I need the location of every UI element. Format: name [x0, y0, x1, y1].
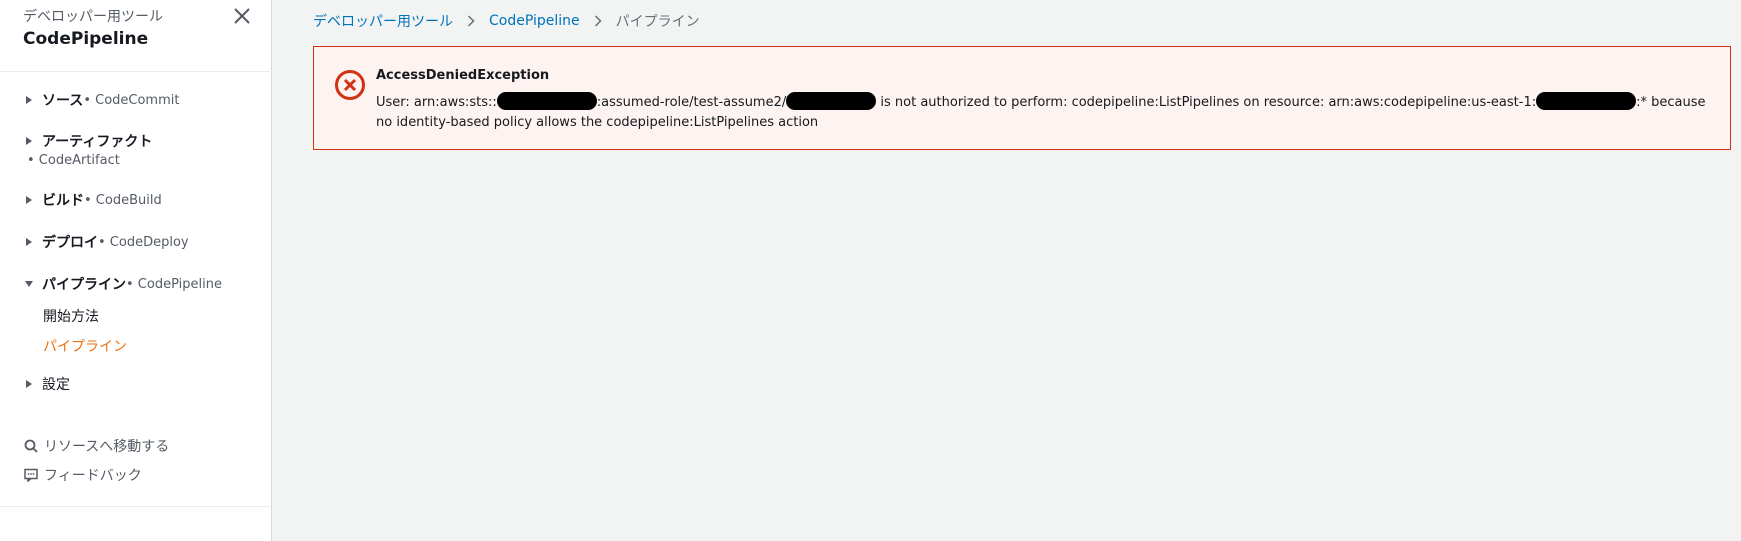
sidebar-section-source[interactable]: ソース • CodeCommit	[0, 90, 272, 110]
breadcrumb-current-page: パイプライン	[615, 14, 700, 30]
go-to-resource-label: リソースへ移動する	[44, 439, 170, 455]
caret-right-icon	[26, 96, 32, 104]
sidebar-section-service: • CodeCommit	[83, 92, 180, 108]
alert-text-part: is not authorized to perform: codepipeli…	[876, 95, 1537, 110]
sidebar-item-pipelines[interactable]: パイプライン	[43, 336, 127, 356]
sidebar-title[interactable]: CodePipeline	[23, 29, 148, 49]
alert-title: AccessDeniedException	[376, 68, 550, 83]
sidebar-section-settings[interactable]: 設定	[0, 374, 272, 394]
caret-right-icon	[26, 238, 32, 246]
sidebar-section-pipeline[interactable]: パイプライン • CodePipeline	[0, 274, 272, 294]
sidebar-section-deploy[interactable]: デプロイ • CodeDeploy	[0, 232, 272, 252]
sidebar-header: デベロッパー用ツール CodePipeline	[0, 0, 272, 72]
sidebar-section-label: アーティファクト	[42, 134, 153, 150]
alert-message: User: arn:aws:sts:::assumed-role/test-as…	[376, 92, 1716, 133]
feedback-icon	[24, 468, 38, 482]
alert-text-part: User: arn:aws:sts::	[376, 95, 497, 110]
redaction-mark	[786, 92, 877, 110]
sidebar-section-build[interactable]: ビルド • CodeBuild	[0, 190, 272, 210]
feedback-link[interactable]: フィードバック	[24, 465, 142, 485]
search-icon	[24, 439, 38, 453]
caret-down-icon	[25, 281, 33, 287]
breadcrumb-developer-tools[interactable]: デベロッパー用ツール	[313, 11, 453, 31]
sidebar-section-label: パイプライン	[42, 277, 126, 293]
breadcrumb-codepipeline[interactable]: CodePipeline	[489, 13, 580, 29]
sidebar-section-artifact[interactable]: アーティファクト • CodeArtifact	[0, 131, 272, 168]
redaction-mark	[496, 92, 597, 110]
sidebar-section-label: 設定	[42, 377, 70, 393]
sidebar-section-label: ソース	[42, 93, 84, 109]
sidebar-item-getting-started[interactable]: 開始方法	[43, 306, 99, 326]
alert-text-part: :assumed-role/test-assume2/	[596, 95, 787, 110]
chevron-right-icon	[467, 15, 475, 27]
caret-right-icon	[26, 380, 32, 388]
error-icon	[335, 70, 365, 100]
error-alert: AccessDeniedException User: arn:aws:sts:…	[313, 46, 1731, 150]
sidebar-section-service: • CodeArtifact	[27, 153, 120, 168]
feedback-label: フィードバック	[44, 468, 142, 484]
sidebar-section-label: ビルド	[42, 193, 84, 209]
sidebar-section-service: • CodePipeline	[126, 276, 222, 292]
side-navigation: デベロッパー用ツール CodePipeline ソース • CodeCommit…	[0, 0, 272, 541]
sidebar-section-label: デプロイ	[42, 235, 98, 251]
sidebar-section-service: • CodeBuild	[84, 192, 162, 208]
caret-right-icon	[26, 196, 32, 204]
sidebar-section-service: • CodeDeploy	[98, 234, 189, 250]
app-window: デベロッパー用ツール CodePipeline ソース • CodeCommit…	[0, 0, 1741, 541]
breadcrumb: デベロッパー用ツール CodePipeline パイプライン	[313, 11, 700, 31]
divider	[0, 506, 272, 507]
sidebar-supertitle: デベロッパー用ツール	[23, 9, 163, 25]
redaction-mark	[1536, 92, 1637, 110]
close-icon[interactable]	[232, 6, 252, 26]
caret-right-icon	[26, 137, 32, 145]
go-to-resource-link[interactable]: リソースへ移動する	[24, 436, 169, 456]
chevron-right-icon	[594, 15, 602, 27]
